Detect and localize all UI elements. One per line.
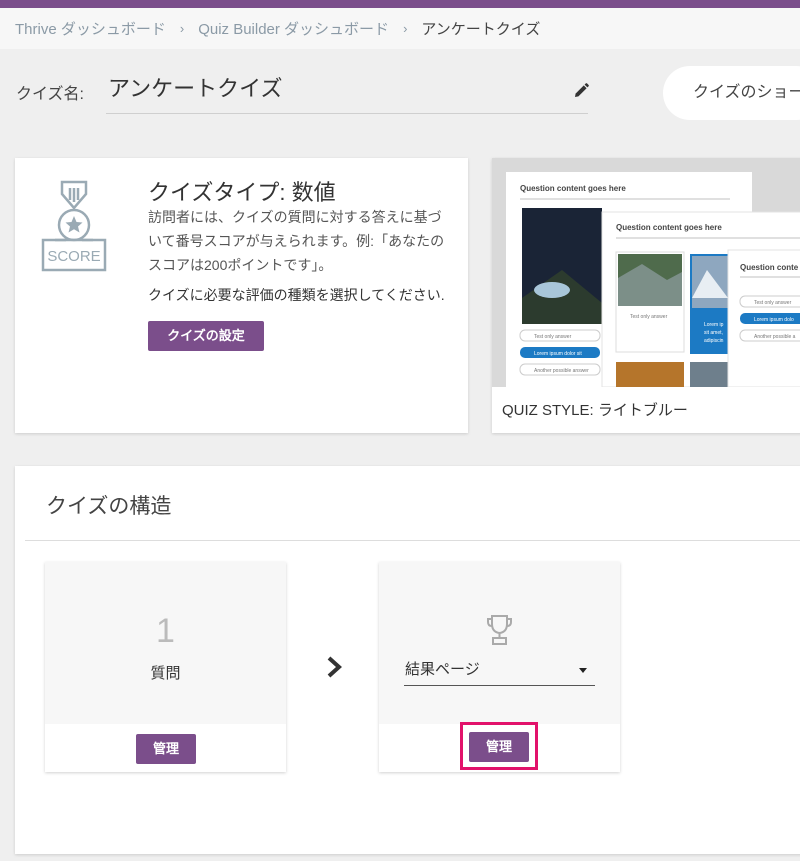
svg-text:Lorem ipsum dolo: Lorem ipsum dolo [754, 317, 794, 323]
result-node: 結果ページ 管理 [379, 562, 620, 772]
svg-text:Another possible a: Another possible a [754, 334, 796, 340]
svg-text:Question content goes here: Question content goes here [520, 184, 626, 193]
result-page-selected-value: 結果ページ [405, 661, 480, 678]
svg-text:Test only answer: Test only answer [754, 300, 792, 306]
chevron-right-icon [327, 656, 342, 678]
quiz-type-card: SCORE クイズタイプ: 数値 訪問者には、クイズの質問に対する答えに基づいて… [15, 158, 468, 433]
quiz-style-card[interactable]: Question content goes here Test only ans… [492, 158, 800, 433]
quiz-shortcode-button[interactable]: クイズのショー [663, 66, 800, 120]
quiz-style-preview-image: Question content goes here Test only ans… [492, 158, 800, 387]
question-count: 1 [156, 612, 175, 650]
svg-text:Lorem ip: Lorem ip [704, 322, 724, 328]
quiz-name-label: クイズ名: [16, 86, 84, 103]
score-medal-icon: SCORE [41, 180, 107, 272]
svg-text:Test only answer: Test only answer [534, 334, 572, 340]
manage-questions-button[interactable]: 管理 [136, 734, 196, 764]
quiz-structure-panel: クイズの構造 1 質問 管理 結果ページ 管理 [15, 466, 800, 854]
quiz-style-label: QUIZ STYLE: ライトブルー [502, 402, 688, 419]
result-node-body: 結果ページ [379, 562, 620, 724]
divider [25, 540, 800, 541]
trophy-icon [487, 615, 512, 645]
score-icon-text: SCORE [47, 248, 100, 265]
svg-text:Question conte: Question conte [740, 263, 799, 272]
svg-text:Another possible answer: Another possible answer [534, 368, 589, 374]
quiz-structure-title: クイズの構造 [46, 495, 172, 518]
svg-text:sit amet,: sit amet, [704, 330, 723, 336]
question-node-body: 1 質問 [45, 562, 286, 724]
caret-down-icon [579, 668, 587, 673]
quiz-type-description: 訪問者には、クイズの質問に対する答えに基づいて番号スコアが与えられます。例:「あ… [148, 209, 445, 273]
svg-text:Question content goes here: Question content goes here [616, 223, 722, 232]
breadcrumb-separator: › [403, 21, 408, 36]
quiz-settings-button[interactable]: クイズの設定 [148, 321, 264, 351]
top-accent-bar [0, 0, 800, 8]
result-page-select[interactable]: 結果ページ [404, 658, 595, 686]
manage-results-button[interactable]: 管理 [469, 732, 529, 762]
quiz-type-prompt: クイズに必要な評価の種類を選択してください. [148, 287, 445, 303]
quiz-name-field[interactable]: アンケートクイズ [106, 70, 588, 114]
breadcrumb-thrive-dashboard[interactable]: Thrive ダッシュボード [15, 18, 166, 39]
breadcrumb-quiz-builder-dashboard[interactable]: Quiz Builder ダッシュボード [198, 18, 389, 39]
svg-text:Lorem ipsum dolor sit: Lorem ipsum dolor sit [534, 351, 582, 357]
quiz-type-title: クイズタイプ: 数値 [148, 180, 336, 205]
breadcrumb-current: アンケートクイズ [421, 21, 541, 38]
svg-text:adipiscin: adipiscin [704, 338, 724, 344]
breadcrumb-separator: › [179, 21, 185, 36]
question-node: 1 質問 管理 [45, 562, 286, 772]
question-label: 質問 [150, 665, 181, 682]
svg-text:Test only answer: Test only answer [630, 314, 668, 320]
breadcrumb: Thrive ダッシュボード › Quiz Builder ダッシュボード › … [0, 8, 800, 49]
pencil-icon[interactable] [572, 82, 590, 100]
